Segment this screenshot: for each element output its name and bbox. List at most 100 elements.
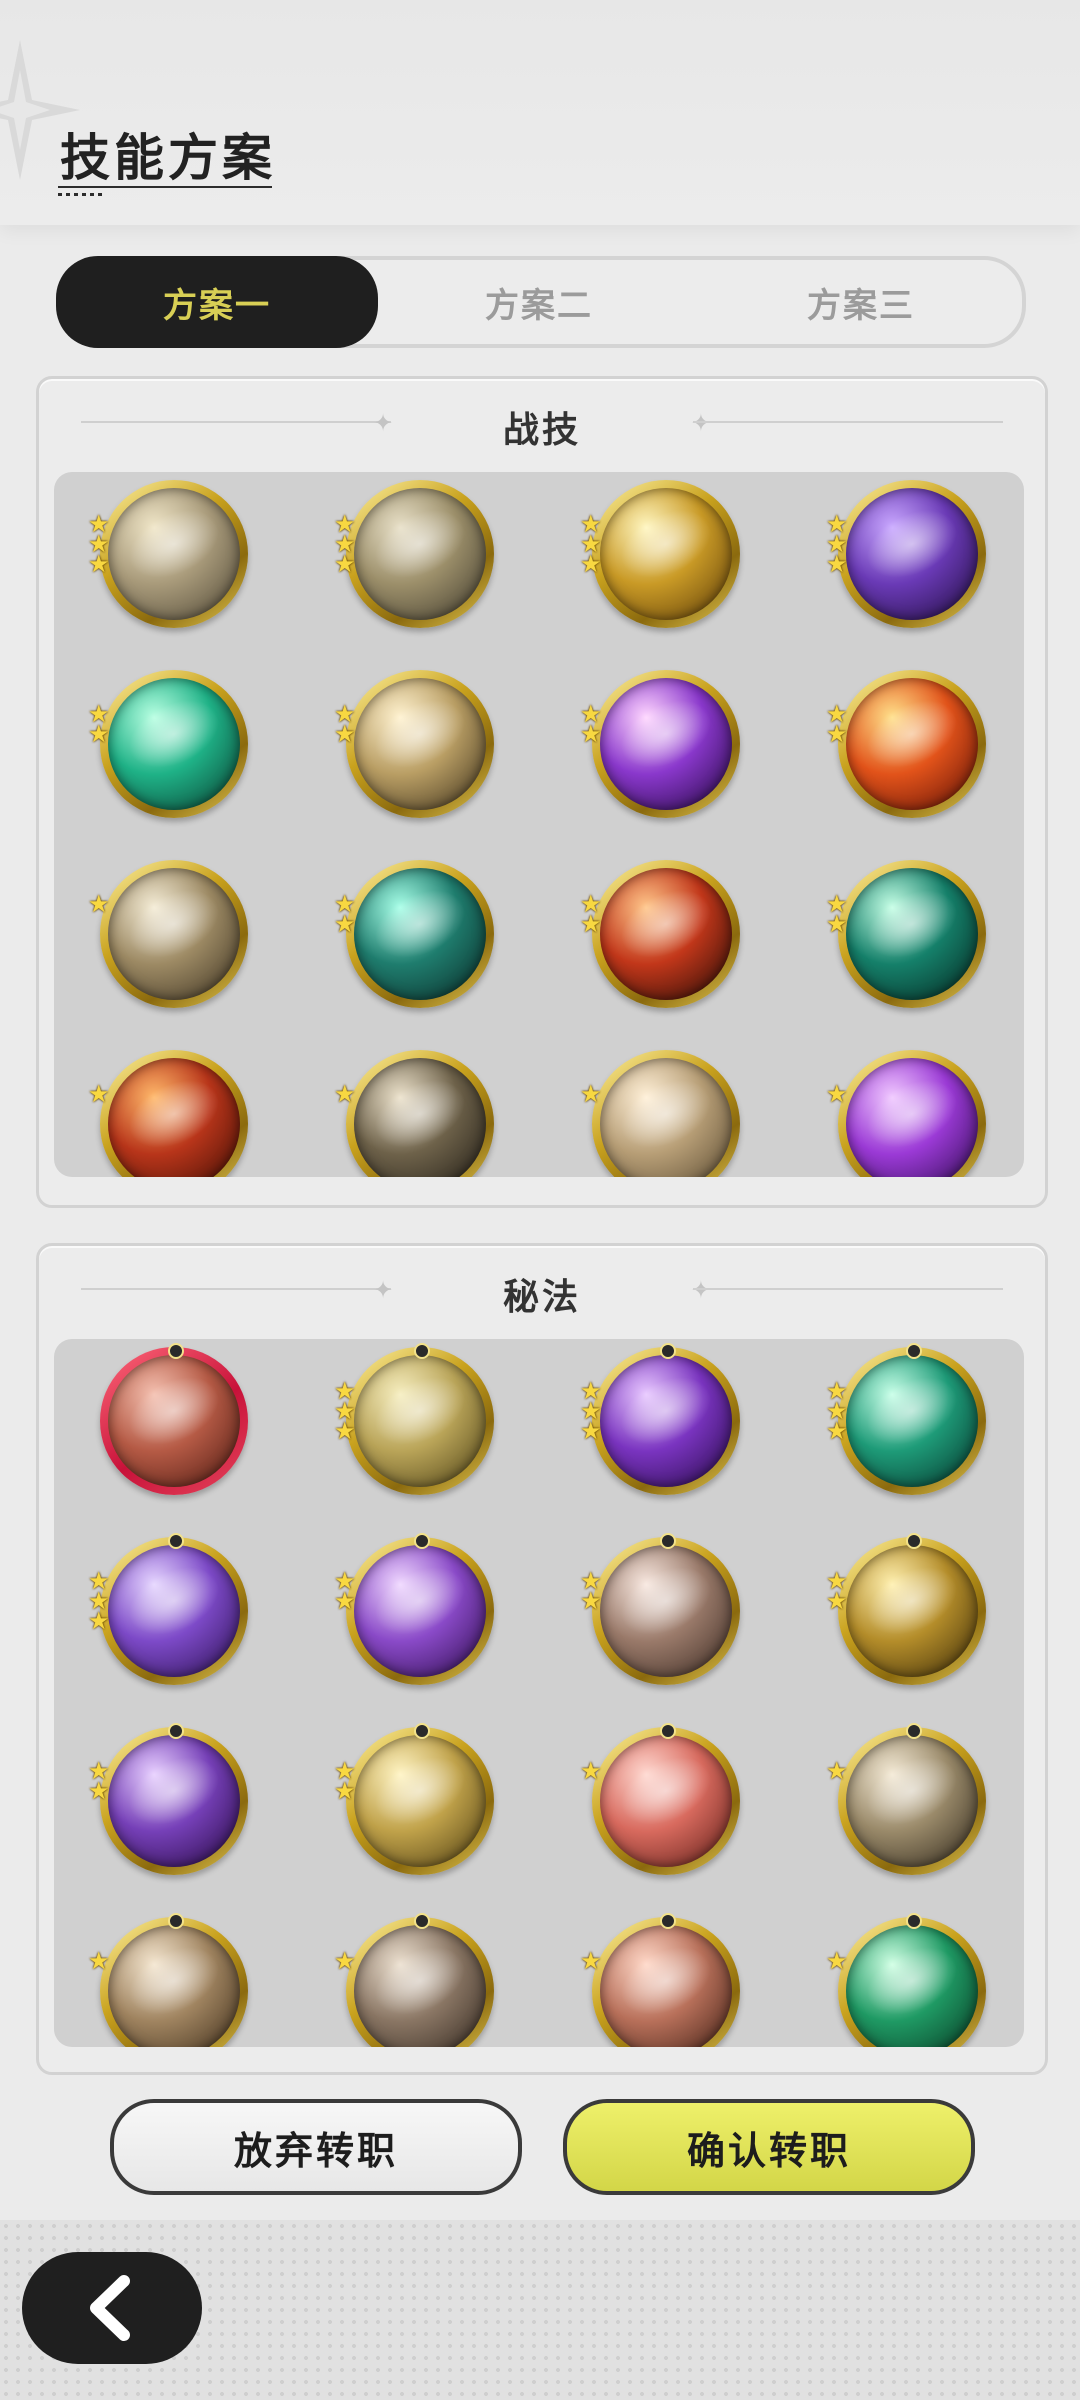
star-icon: ★: [826, 1080, 848, 1108]
skill-artwork: [354, 488, 486, 620]
skill-slot-dot: [168, 1533, 184, 1549]
shatter-orb-icon[interactable]: [100, 1343, 248, 1495]
tab-plan-three[interactable]: 方案三: [700, 260, 1022, 344]
blade-heal-icon[interactable]: ★: [580, 1723, 740, 1875]
violet-fire-icon[interactable]: ★ ★ ★: [580, 1343, 740, 1495]
combat-skills-title: 战技: [502, 410, 581, 451]
flame-crest-icon[interactable]: ★ ★: [826, 670, 986, 818]
arcane-orb-icon[interactable]: ★ ★: [334, 1533, 494, 1685]
star-icon: ★: [334, 1947, 356, 1975]
skill-artwork: [846, 1545, 978, 1677]
phantom-wolf-icon[interactable]: ★ ★: [88, 1723, 248, 1875]
star-rating: ★ ★: [826, 1569, 848, 1613]
divider-line: [693, 421, 1003, 423]
star-rating: ★: [88, 892, 110, 916]
abandon-class-change-button[interactable]: 放弃转职: [110, 2099, 522, 2195]
skill-artwork: [108, 1545, 240, 1677]
skill-slot-dot: [414, 1913, 430, 1929]
skill-artwork: [108, 1735, 240, 1867]
skill-slot-dot: [168, 1723, 184, 1739]
tab-plan-two[interactable]: 方案二: [378, 260, 700, 344]
star-rating: ★ ★ ★: [88, 1569, 110, 1633]
healing-crown-icon[interactable]: ★ ★ ★: [826, 1343, 986, 1495]
star-rating: ★ ★ ★: [334, 512, 356, 578]
green-rising-arrows-icon[interactable]: ★ ★: [88, 670, 248, 818]
skill-artwork: [600, 1545, 732, 1677]
star-rating: ★ ★: [580, 892, 602, 936]
spider-web-icon[interactable]: ★ ★: [334, 860, 494, 1008]
star-rating: ★ ★ ★: [826, 1379, 848, 1443]
skill-artwork: [600, 488, 732, 620]
star-icon: ★: [580, 1587, 602, 1615]
star-rating: ★ ★: [826, 702, 848, 746]
tornado-icon[interactable]: ★: [580, 1050, 740, 1177]
star-icon: ★: [88, 720, 110, 748]
heart-shield-icon[interactable]: ★ ★: [580, 1533, 740, 1685]
star-icon: ★: [580, 1947, 602, 1975]
star-icon: ★: [580, 720, 602, 748]
secret-arts-panel: ✦ 秘法 ✦ ★ ★ ★ ★ ★ ★ ★ ★ ★ ★ ★ ★ ★ ★ ★ ★ ★ ★ ★ ★ ★ ★ ★ ★ ★ ★ ★ ★: [36, 1243, 1048, 2075]
skill-artwork: [108, 1925, 240, 2047]
green-heart-icon[interactable]: ★: [826, 1913, 986, 2047]
star-rating: ★: [826, 1757, 848, 1785]
star-rating: ★ ★: [580, 702, 602, 748]
back-button[interactable]: [22, 2252, 202, 2364]
star-rating: ★ ★: [826, 892, 848, 938]
green-sword-icon[interactable]: ★ ★: [826, 860, 986, 1008]
star-icon: ★: [334, 1587, 356, 1615]
skill-artwork: [354, 1058, 486, 1177]
skill-artwork: [354, 1355, 486, 1487]
skill-slot-dot: [414, 1533, 430, 1549]
violet-flame-icon[interactable]: ★: [826, 1050, 986, 1177]
impact-figure-icon[interactable]: ★: [88, 860, 248, 1008]
star-rating: ★ ★: [334, 892, 356, 936]
stone-fortress-icon[interactable]: ★: [334, 1913, 494, 2047]
crimson-rock-icon[interactable]: ★: [580, 1913, 740, 2047]
skill-artwork: [108, 868, 240, 1000]
shadow-grasp-icon[interactable]: ★ ★ ★: [826, 480, 986, 628]
star-icon: ★: [334, 1777, 356, 1805]
violet-heart-burst-icon[interactable]: ★ ★: [580, 670, 740, 818]
star-rating: ★: [580, 1759, 602, 1783]
beast-claw-icon[interactable]: ★: [88, 1913, 248, 2047]
moon-leaf-icon[interactable]: ★: [826, 1723, 986, 1875]
skill-slot-dot: [906, 1723, 922, 1739]
secret-arts-grid[interactable]: ★ ★ ★ ★ ★ ★ ★ ★ ★ ★ ★ ★ ★ ★ ★ ★ ★ ★ ★ ★ ★ ★ ★ ★ ★ ★ ★ ★: [54, 1339, 1024, 2047]
star-icon: ★: [334, 550, 356, 578]
skill-artwork: [846, 488, 978, 620]
skill-slot-dot: [414, 1343, 430, 1359]
all-seeing-eye-icon[interactable]: ★ ★ ★: [334, 1343, 494, 1495]
star-rating: ★ ★: [334, 1759, 356, 1805]
skill-artwork: [846, 1735, 978, 1867]
star-icon: ★: [580, 1080, 602, 1108]
skill-artwork: [108, 1355, 240, 1487]
star-rating: ★ ★ ★: [580, 512, 602, 576]
confirm-class-change-button[interactable]: 确认转职: [563, 2099, 975, 2195]
claw-slash-icon[interactable]: ★ ★ ★: [88, 480, 248, 628]
combat-skills-header: ✦ 战技 ✦: [39, 379, 1045, 469]
crescent-strike-icon[interactable]: ★ ★ ★: [580, 480, 740, 628]
aura-figure-icon[interactable]: ★ ★ ★: [88, 1533, 248, 1685]
star-rating: ★: [580, 1947, 602, 1975]
divider-line: [693, 1288, 1003, 1290]
star-rating: ★: [826, 1949, 848, 1973]
holy-knight-icon[interactable]: ★ ★: [334, 1723, 494, 1875]
tab-plan-one[interactable]: 方案一: [56, 256, 378, 348]
piercing-strike-icon[interactable]: ★ ★: [334, 670, 494, 818]
chevron-left-icon: [90, 2275, 130, 2341]
whirlwind-icon[interactable]: ★ ★ ★: [334, 480, 494, 628]
wind-slash-icon[interactable]: ★: [334, 1050, 494, 1177]
skill-slot-dot: [168, 1913, 184, 1929]
fire-arc-icon[interactable]: ★ ★: [580, 860, 740, 1008]
combat-skills-grid[interactable]: ★ ★ ★ ★ ★ ★ ★ ★ ★ ★ ★ ★ ★ ★ ★ ★ ★ ★ ★ ★ ★ ★ ★ ★ ★ ★ ★ ★ ★ ★ ★: [54, 472, 1024, 1177]
sparkle-icon: ✦: [690, 1276, 711, 1304]
skill-artwork: [846, 678, 978, 810]
skill-artwork: [600, 1058, 732, 1177]
sparkle-icon: ✦: [690, 409, 711, 437]
golden-armor-icon[interactable]: ★ ★: [826, 1533, 986, 1685]
star-icon: ★: [826, 1757, 848, 1785]
star-rating: ★ ★ ★: [334, 1379, 356, 1443]
rising-flame-icon[interactable]: ★: [88, 1050, 248, 1177]
star-icon: ★: [826, 910, 848, 938]
skill-artwork: [354, 678, 486, 810]
